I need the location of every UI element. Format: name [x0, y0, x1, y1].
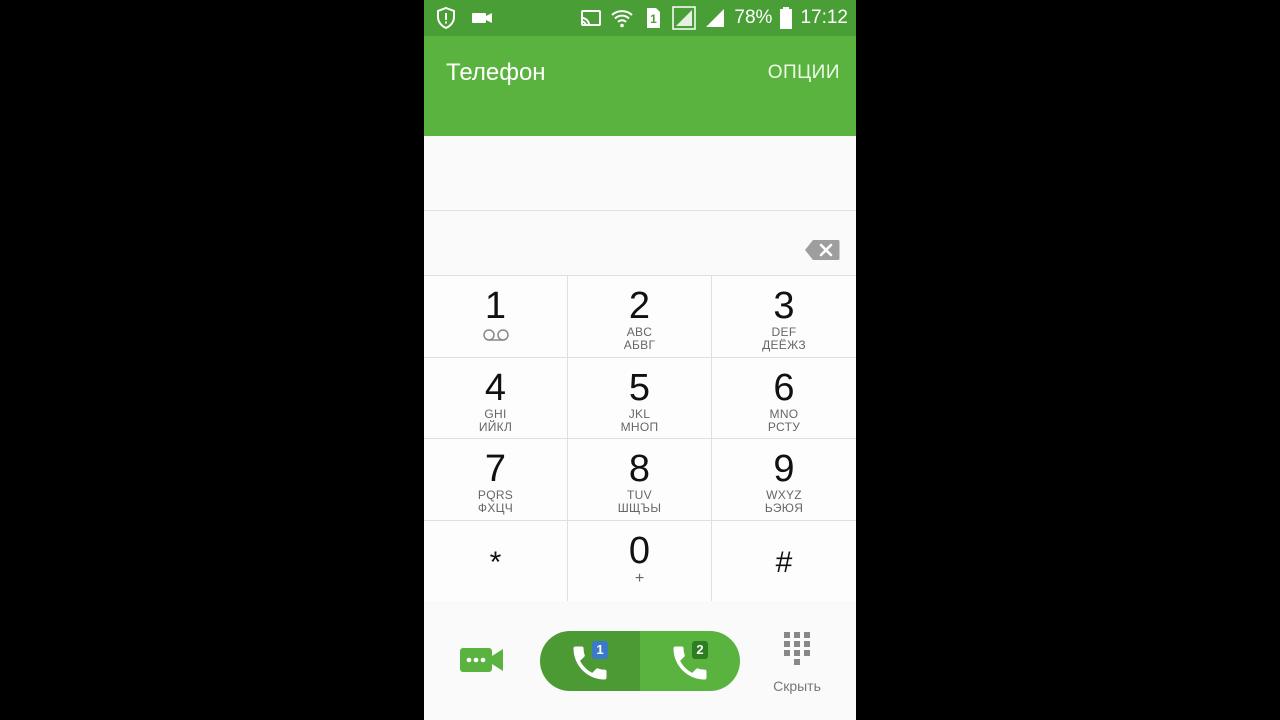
app-bar: Телефон ОПЦИИ	[424, 36, 856, 136]
key-star[interactable]: *	[424, 520, 568, 602]
shield-alert-icon	[437, 6, 455, 30]
wifi-icon	[611, 10, 634, 28]
signal-icon	[672, 6, 697, 30]
svg-text:1: 1	[651, 12, 658, 26]
video-camera-icon	[472, 13, 492, 23]
options-button[interactable]: ОПЦИИ	[768, 60, 840, 86]
status-bar: 1 78% 17:12	[424, 0, 856, 36]
number-display[interactable]	[424, 211, 856, 275]
key-6[interactable]: 6 MNO РСТУ	[712, 358, 856, 439]
sim2-badge: 2	[692, 641, 708, 659]
key-2[interactable]: 2 ABC АБВГ	[568, 276, 712, 358]
dialpad: 1 2 ABC АБВГ 3 DEF ДЕЁЖЗ 4 GHI ИЙКЛ 5 JK…	[424, 275, 856, 602]
clock: 17:12	[800, 7, 848, 28]
sim-icon: 1	[647, 8, 661, 28]
key-1[interactable]: 1	[424, 276, 568, 358]
key-5[interactable]: 5 JKL МНОП	[568, 357, 712, 439]
call-buttons: 1 2	[540, 631, 740, 691]
cast-icon	[581, 10, 602, 26]
suggestion-area	[424, 136, 856, 211]
hide-label: Скрыть	[773, 678, 821, 694]
battery-percent: 78%	[734, 7, 773, 28]
key-hash[interactable]: #	[712, 521, 856, 602]
bottom-action-bar: 1 2 Скрыть	[424, 601, 856, 720]
signal-bars-icon	[706, 9, 725, 27]
call-sim1-button[interactable]: 1	[540, 631, 640, 691]
hide-dialpad-button[interactable]: Скрыть	[764, 631, 830, 701]
key-3[interactable]: 3 DEF ДЕЁЖЗ	[712, 276, 856, 358]
voicemail-icon	[482, 329, 509, 341]
battery-icon	[780, 7, 793, 29]
phone-screen: 1 78% 17:12 Телефон ОПЦИИ 1 2 ABC АБВГ 3…	[424, 0, 856, 720]
key-7[interactable]: 7 PQRS ФХЦЧ	[424, 439, 568, 521]
sim1-badge: 1	[592, 641, 608, 659]
key-4[interactable]: 4 GHI ИЙКЛ	[424, 357, 568, 439]
call-sim2-button[interactable]: 2	[640, 631, 740, 691]
key-0[interactable]: 0 +	[568, 520, 712, 602]
dialpad-icon	[784, 632, 810, 665]
app-title: Телефон	[446, 59, 546, 86]
key-9[interactable]: 9 WXYZ ЬЭЮЯ	[712, 439, 856, 521]
video-call-icon[interactable]	[460, 645, 504, 675]
backspace-icon[interactable]	[804, 239, 840, 261]
key-8[interactable]: 8 TUV ШЩЪЫ	[568, 439, 712, 521]
